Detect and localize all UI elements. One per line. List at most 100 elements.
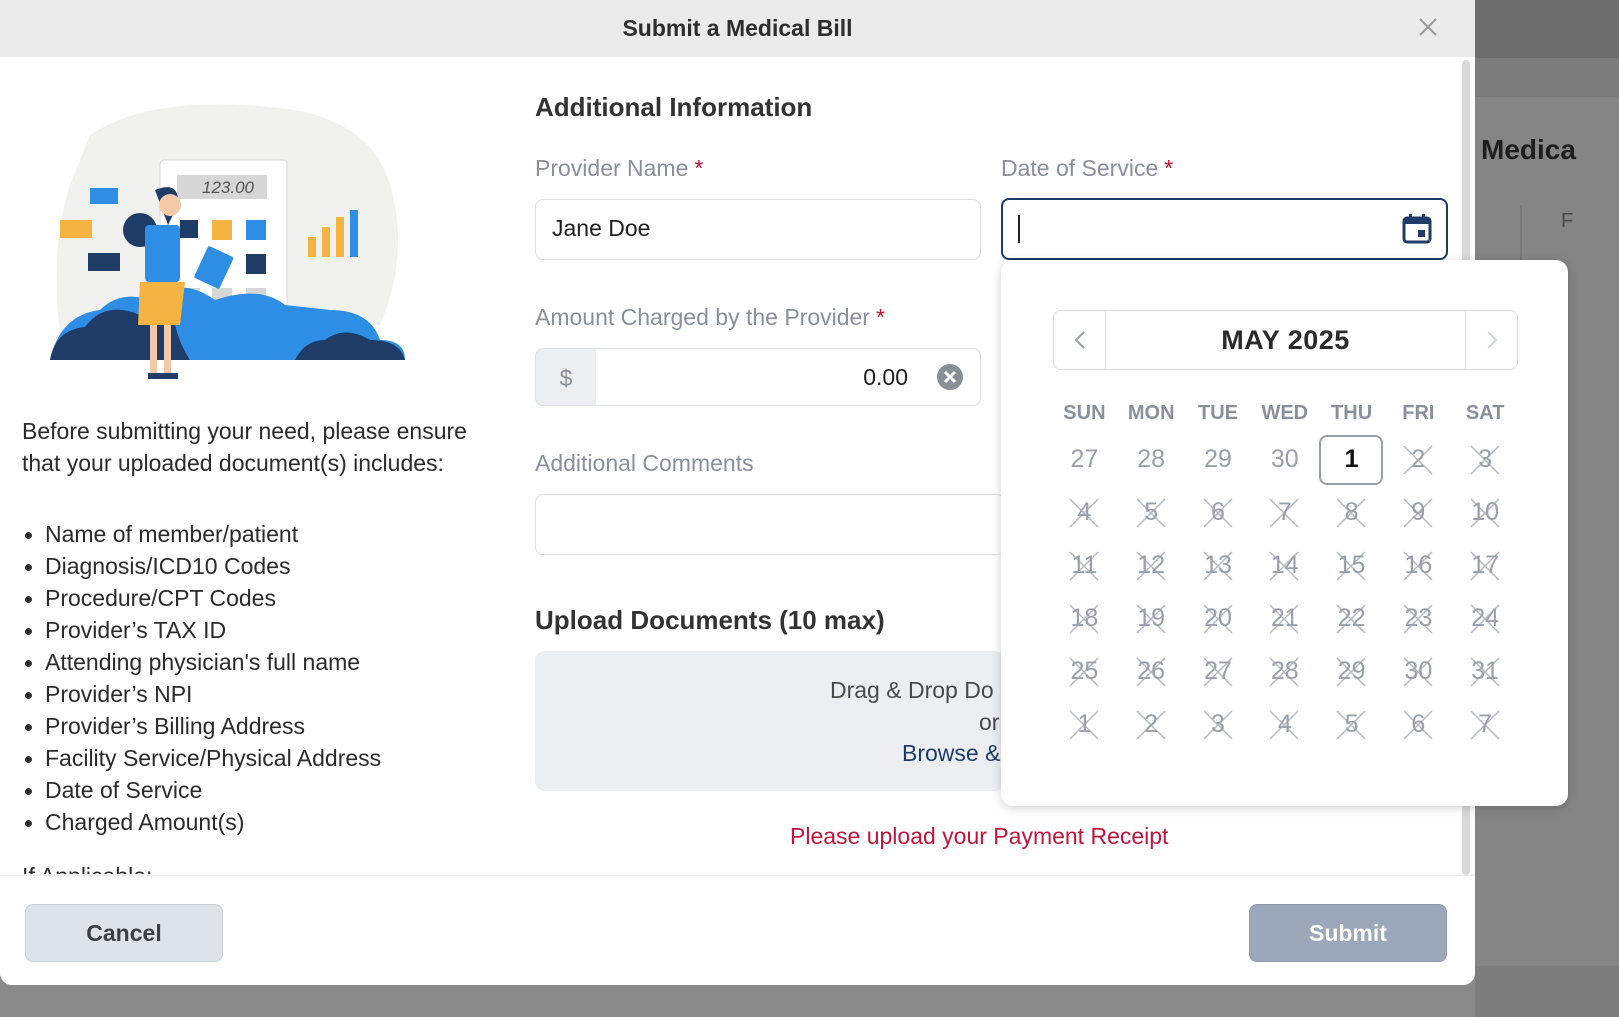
weekday-label: TUE: [1197, 401, 1238, 424]
day-number: 19: [1137, 604, 1166, 632]
calendar-day: 24: [1452, 594, 1519, 644]
date-picker-popup: MAY 2025 SUN MON TUE WED THU FRI SAT 27 28 29 30 1…: [1001, 260, 1568, 806]
calendar-day: 19: [1118, 594, 1185, 644]
checklist-item: Provider’s TAX ID: [22, 614, 381, 646]
calendar-day: 7: [1251, 488, 1318, 538]
calendar-day: 6: [1185, 488, 1252, 538]
browse-link[interactable]: Browse &: [902, 740, 1000, 767]
date-of-service-input[interactable]: [1001, 198, 1448, 260]
chevron-left-icon: [1074, 331, 1085, 349]
day-number: 8: [1344, 498, 1359, 526]
next-month-button[interactable]: [1465, 311, 1517, 369]
calendar-day: 28: [1251, 647, 1318, 697]
day-number: 5: [1344, 710, 1359, 738]
amount-value: 0.00: [863, 364, 908, 390]
dropzone-text: Drag & Drop Do: [830, 677, 994, 703]
amount-label: Amount Charged by the Provider *: [535, 304, 885, 331]
calendar-day: 8: [1318, 488, 1385, 538]
calendar-day-selected[interactable]: 1: [1318, 434, 1385, 485]
if-applicable-heading: If Applicable:: [22, 860, 152, 874]
calendar-day: 26: [1118, 647, 1185, 697]
calendar-icon[interactable]: [1400, 212, 1434, 246]
required-marker: *: [1164, 155, 1174, 181]
day-number: 11: [1071, 551, 1098, 579]
day-number: 29: [1337, 657, 1366, 685]
weekday-label: SUN: [1063, 401, 1106, 424]
cancel-button[interactable]: Cancel: [25, 904, 223, 962]
text-caret: [1018, 215, 1020, 243]
provider-name-label-text: Provider Name: [535, 155, 689, 181]
day-number: 2: [1411, 445, 1426, 473]
date-of-service-label: Date of Service *: [1001, 155, 1173, 182]
day-number: 4: [1277, 710, 1292, 738]
checklist-item: Attending physician's full name: [22, 646, 381, 678]
calendar-day: 13: [1185, 541, 1252, 591]
dropzone-or: or: [979, 709, 1000, 735]
calendar-week: 4 5 6 7 8 9 10: [1051, 486, 1519, 539]
day-number: 25: [1070, 657, 1099, 685]
calendar-day: 3: [1452, 435, 1519, 485]
weekday-label: WED: [1261, 401, 1309, 424]
day-number: 5: [1144, 498, 1159, 526]
day-number: 12: [1137, 551, 1166, 579]
currency-prefix: $: [536, 349, 596, 405]
checklist-item: Charged Amount(s): [22, 806, 381, 838]
calendar-day: 5: [1118, 488, 1185, 538]
weekday-label: FRI: [1402, 401, 1435, 424]
additional-info-title: Additional Information: [535, 92, 813, 122]
day-number: 27: [1070, 445, 1099, 473]
day-number: 23: [1404, 604, 1433, 632]
calendar-day: 2: [1385, 435, 1452, 485]
weekday-label: THU: [1331, 401, 1373, 424]
calendar-day: 29: [1318, 647, 1385, 697]
clear-amount-icon[interactable]: [935, 362, 965, 392]
day-number: 18: [1070, 604, 1099, 632]
day-number: 20: [1204, 604, 1232, 632]
month-label: MAY 2025: [1221, 324, 1350, 355]
weekday-header: SUN MON TUE WED THU FRI SAT: [1051, 393, 1519, 433]
calendar-day: 31: [1452, 647, 1519, 697]
prev-month-button[interactable]: [1054, 311, 1106, 369]
calendar-day[interactable]: 29: [1185, 435, 1252, 485]
calendar-day[interactable]: 30: [1251, 435, 1318, 485]
weekday-label: MON: [1127, 401, 1175, 424]
calculator-display: 123.00: [202, 178, 255, 197]
day-number: 30: [1270, 445, 1299, 473]
day-number: 9: [1411, 498, 1426, 526]
checklist-item: Diagnosis/ICD10 Codes: [22, 550, 381, 582]
close-button[interactable]: [1413, 12, 1443, 42]
day-number: 1: [1077, 710, 1092, 738]
date-of-service-label-text: Date of Service: [1001, 155, 1159, 181]
day-number: 7: [1478, 710, 1493, 738]
modal-title: Submit a Medical Bill: [622, 15, 853, 41]
background-title: Medica: [1481, 134, 1576, 165]
day-number: 24: [1471, 604, 1500, 632]
calendar-day: 22: [1318, 594, 1385, 644]
day-number: 16: [1404, 551, 1433, 579]
instructions-intro: Before submitting your need, please ensu…: [22, 418, 467, 476]
weekday-label: SAT: [1465, 401, 1505, 424]
calendar-day: 6: [1385, 700, 1452, 750]
comments-label: Additional Comments: [535, 450, 754, 476]
day-number: 6: [1211, 498, 1225, 526]
provider-name-input[interactable]: Jane Doe: [535, 199, 981, 260]
provider-name-label: Provider Name *: [535, 155, 703, 182]
day-number: 21: [1270, 604, 1299, 632]
day-number: 13: [1204, 551, 1232, 579]
modal-footer: Cancel Submit: [0, 875, 1475, 985]
upload-dropzone[interactable]: Drag & Drop Do or Browse &: [535, 651, 1005, 791]
calendar-day[interactable]: 28: [1118, 435, 1185, 485]
amount-input[interactable]: $ 0.00: [535, 348, 981, 406]
calendar-day: 3: [1185, 700, 1252, 750]
comments-input[interactable]: [535, 494, 1005, 555]
submit-button[interactable]: Submit: [1249, 904, 1447, 962]
calendar-day: 5: [1318, 700, 1385, 750]
day-number: 17: [1471, 551, 1500, 579]
checklist-item: Procedure/CPT Codes: [22, 582, 381, 614]
document-checklist: Name of member/patient Diagnosis/ICD10 C…: [22, 518, 381, 838]
modal-header: Submit a Medical Bill: [0, 0, 1475, 57]
checklist-item: Provider’s NPI: [22, 678, 381, 710]
calendar-day: 23: [1385, 594, 1452, 644]
calendar-day[interactable]: 27: [1051, 435, 1118, 485]
calendar-day: 21: [1251, 594, 1318, 644]
